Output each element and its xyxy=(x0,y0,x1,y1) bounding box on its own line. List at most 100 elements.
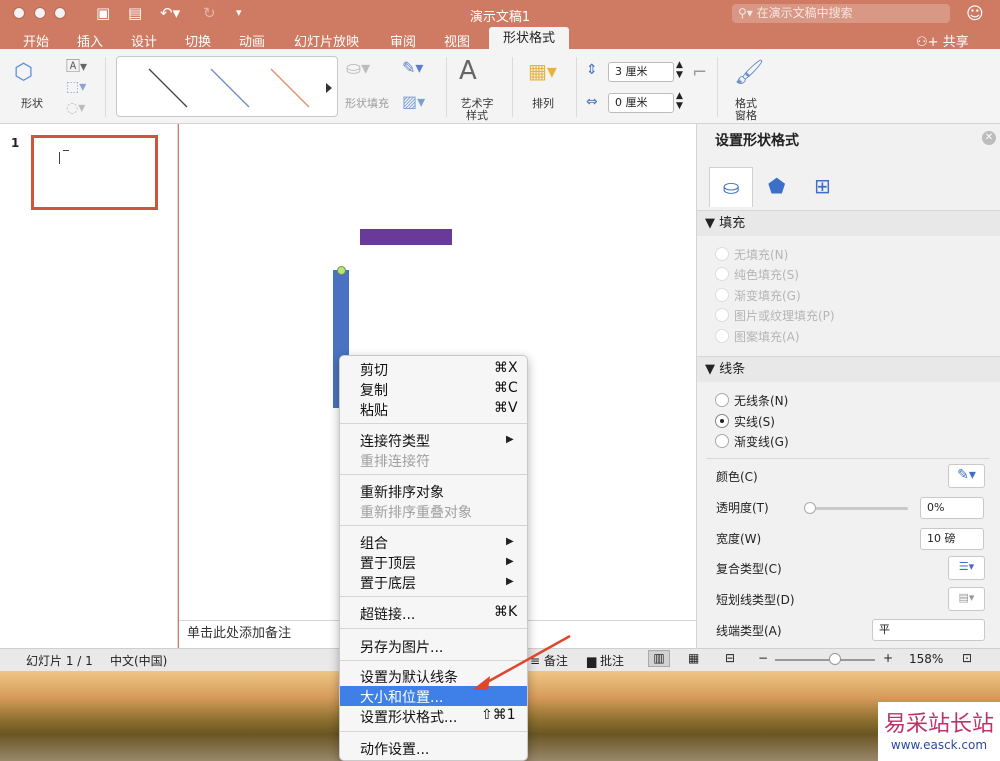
watermark: 易采站长站 www.easck.com xyxy=(878,702,1000,761)
wordart-icon[interactable]: A xyxy=(459,56,477,86)
compound-type-picker[interactable]: ☰▾ xyxy=(948,556,985,580)
width-field[interactable]: 0 厘米 xyxy=(608,93,674,113)
effects-tab-icon[interactable]: ⬟ xyxy=(768,174,785,198)
zoom-slider-thumb[interactable] xyxy=(829,653,841,665)
line-option-solid[interactable]: 实线(S) xyxy=(734,413,775,430)
fill-section-header[interactable]: ▼ 填充 xyxy=(697,210,1000,236)
slideshow-icon[interactable]: ⊟ xyxy=(725,651,735,665)
comment-icon: ▆ xyxy=(587,654,601,668)
search-input[interactable]: ⚲▾ 在演示文稿中搜索 xyxy=(732,4,950,23)
comments-toggle[interactable]: ▆ 批注 xyxy=(587,652,624,669)
edit-points-icon[interactable]: ⬚▾ xyxy=(66,79,86,95)
lock-aspect-icon[interactable]: ⌐ xyxy=(692,62,707,83)
line-style-blue[interactable] xyxy=(210,68,250,108)
zoom-level[interactable]: 158% xyxy=(909,652,943,666)
line-option-none[interactable]: 无线条(N) xyxy=(734,392,788,409)
transparency-slider-thumb[interactable] xyxy=(804,502,816,514)
width-stepper[interactable]: ▲ ▼ xyxy=(676,91,683,111)
transparency-field[interactable]: 0% xyxy=(920,497,984,519)
menu-send-back[interactable]: 置于底层 xyxy=(360,573,416,593)
normal-view-icon[interactable]: ▥ xyxy=(648,650,670,667)
text-box-icon[interactable]: 🄰▾ xyxy=(66,56,87,76)
ribbon-divider xyxy=(446,57,447,117)
line-section-header[interactable]: ▼ 线条 xyxy=(697,356,1000,382)
menu-action-settings[interactable]: 动作设置... xyxy=(360,739,429,759)
language-indicator[interactable]: 中文(中国) xyxy=(110,652,167,669)
feedback-smiley-icon[interactable]: ☺ xyxy=(966,4,984,24)
menu-separator xyxy=(340,423,527,424)
tab-review[interactable]: 审阅 xyxy=(390,31,416,50)
menu-hyperlink[interactable]: 超链接... xyxy=(360,604,415,624)
wordart-label-2: 样式 xyxy=(466,109,488,122)
tab-home[interactable]: 开始 xyxy=(23,31,49,50)
gallery-more-icon[interactable] xyxy=(326,83,332,93)
pen-outline-icon[interactable]: ✎▾ xyxy=(402,58,423,77)
thumb-shape xyxy=(59,152,60,164)
cap-type-select[interactable]: 平 xyxy=(872,619,985,641)
menu-copy[interactable]: 复制 xyxy=(360,380,388,400)
tab-view[interactable]: 视图 xyxy=(444,31,470,50)
menu-bring-front[interactable]: 置于顶层 xyxy=(360,553,416,573)
zoom-slider[interactable] xyxy=(775,659,875,661)
paint-bucket-icon: ⛀▾ xyxy=(346,58,371,79)
slide-sorter-icon[interactable]: ▦ xyxy=(688,651,699,665)
tab-shape-format[interactable]: 形状格式 xyxy=(489,27,569,50)
shapes-label: 形状 xyxy=(21,97,43,110)
line-style-orange[interactable] xyxy=(270,68,310,108)
fit-to-window-icon[interactable]: ⊡ xyxy=(962,651,972,665)
menu-set-default-line[interactable]: 设置为默认线条 xyxy=(360,667,458,687)
line-radio-none[interactable] xyxy=(715,393,729,407)
shape-effects-icon[interactable]: ▨▾ xyxy=(402,92,425,111)
menu-connector-type[interactable]: 连接符类型 xyxy=(360,431,430,451)
slide-counter: 幻灯片 1 / 1 xyxy=(26,654,93,668)
size-properties-tab-icon[interactable]: ⊞ xyxy=(814,174,831,198)
watermark-url: www.easck.com xyxy=(890,738,988,752)
shapes-icon[interactable]: ⬡ xyxy=(14,60,33,85)
transparency-slider[interactable] xyxy=(808,507,908,510)
zoom-in-icon[interactable]: + xyxy=(883,651,893,665)
height-field[interactable]: 3 厘米 xyxy=(608,62,674,82)
line-style-dark[interactable] xyxy=(148,68,188,108)
arrange-icon[interactable]: ▦▾ xyxy=(528,59,557,83)
fill-option-gradient: 渐变填充(G) xyxy=(734,289,801,303)
width-icon: ⇔ xyxy=(586,94,598,110)
menu-reroute: 重排连接符 xyxy=(360,454,430,470)
menu-separator xyxy=(340,731,527,732)
line-radio-gradient[interactable] xyxy=(715,434,729,448)
fill-radio-solid xyxy=(715,267,729,281)
line-option-gradient[interactable]: 渐变线(G) xyxy=(734,433,789,450)
height-stepper[interactable]: ▲ ▼ xyxy=(676,60,683,80)
slide-thumbnail[interactable] xyxy=(31,135,158,210)
menu-format-shape[interactable]: 设置形状格式... xyxy=(360,707,457,727)
menu-separator xyxy=(340,596,527,597)
menu-separator xyxy=(340,474,527,475)
pane-divider xyxy=(706,458,990,459)
close-pane-icon[interactable]: ✕ xyxy=(982,131,996,145)
line-color-picker[interactable]: ✎▾ xyxy=(948,464,985,488)
menu-save-as-picture[interactable]: 另存为图片... xyxy=(360,637,443,657)
menu-size-position[interactable]: 大小和位置... xyxy=(360,687,443,707)
tab-transitions[interactable]: 切换 xyxy=(185,31,211,50)
menu-reorder-objects[interactable]: 重新排序对象 xyxy=(360,482,444,502)
rotation-handle[interactable] xyxy=(337,266,346,275)
purple-rectangle-shape[interactable] xyxy=(360,229,452,245)
line-width-field[interactable]: 10 磅 xyxy=(920,528,984,550)
zoom-out-icon[interactable]: − xyxy=(758,651,768,665)
line-radio-solid[interactable] xyxy=(715,414,729,428)
transparency-label: 透明度(T) xyxy=(716,501,769,515)
dash-type-picker[interactable]: ▤▾ xyxy=(948,587,985,611)
tab-insert[interactable]: 插入 xyxy=(77,31,103,50)
collapse-triangle-icon: ▼ xyxy=(705,216,720,231)
format-pane-icon[interactable]: 🖌 xyxy=(734,58,764,86)
tab-slideshow[interactable]: 幻灯片放映 xyxy=(294,31,359,50)
fill-option-solid: 纯色填充(S) xyxy=(734,268,799,282)
shape-styles-gallery[interactable] xyxy=(116,56,338,117)
menu-group[interactable]: 组合 xyxy=(360,533,388,553)
tab-design[interactable]: 设计 xyxy=(131,31,157,50)
tab-animations[interactable]: 动画 xyxy=(239,31,265,50)
fill-line-tab-icon[interactable]: ⛀ xyxy=(709,167,753,207)
share-button[interactable]: ⚇+ 共享 xyxy=(916,31,969,50)
fill-option-none: 无填充(N) xyxy=(734,248,789,262)
menu-paste[interactable]: 粘贴 xyxy=(360,400,388,420)
menu-cut[interactable]: 剪切 xyxy=(360,360,388,380)
